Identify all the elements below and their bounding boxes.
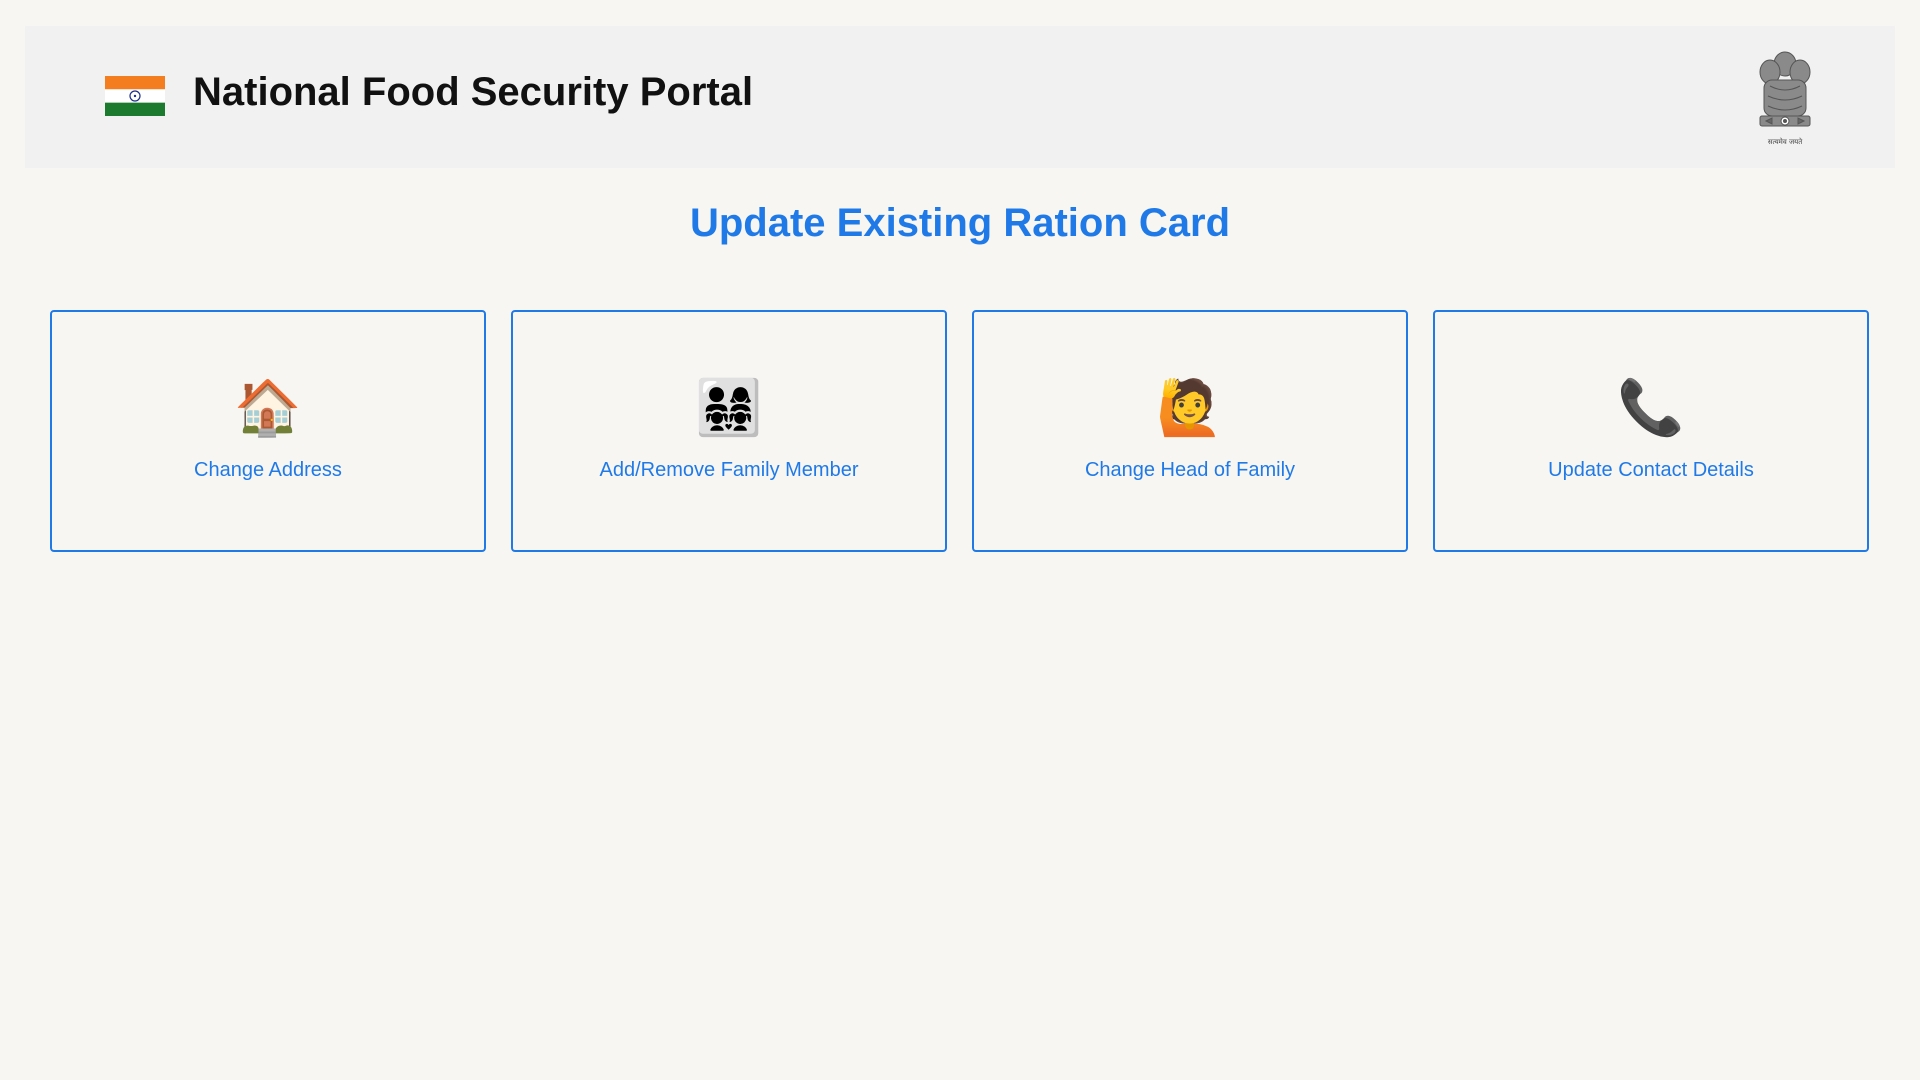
page-title: Update Existing Ration Card <box>689 201 1231 245</box>
national-emblem-icon: सत्यमेव जयते <box>1759 51 1811 146</box>
indian-flag-icon <box>105 76 165 116</box>
update-contact-details-card[interactable]: 📞 Update Contact Details <box>1433 310 1869 552</box>
family-icon: 👨‍👩‍👧‍👧 <box>695 376 763 439</box>
raising-hand-person-icon: 🙋 <box>1156 376 1224 439</box>
house-icon: 🏠 <box>234 376 302 439</box>
add-remove-family-member-card[interactable]: 👨‍👩‍👧‍👧 Add/Remove Family Member <box>511 310 947 552</box>
site-header: National Food Security Portal सत्यमेव जय… <box>25 26 1895 168</box>
site-title: National Food Security Portal <box>193 70 754 114</box>
change-address-label: Change Address <box>194 459 342 481</box>
add-remove-family-member-label: Add/Remove Family Member <box>599 459 859 481</box>
update-options-grid: 🏠 Change Address 👨‍👩‍👧‍👧 Add/Remove Fami… <box>50 310 1870 552</box>
update-contact-details-label: Update Contact Details <box>1548 459 1754 481</box>
change-head-of-family-label: Change Head of Family <box>1084 459 1296 481</box>
change-head-of-family-card[interactable]: 🙋 Change Head of Family <box>972 310 1408 552</box>
telephone-receiver-icon: 📞 <box>1617 376 1685 439</box>
change-address-card[interactable]: 🏠 Change Address <box>50 310 486 552</box>
emblem-motto: सत्यमेव जयते <box>1768 137 1803 146</box>
